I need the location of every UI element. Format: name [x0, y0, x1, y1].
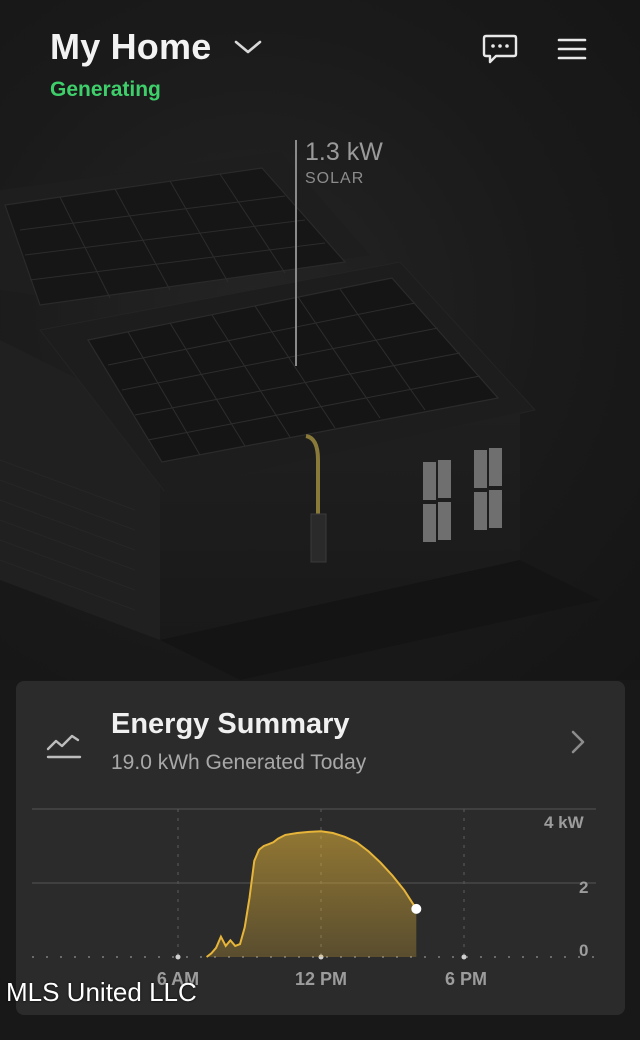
x-tick-label: 12 PM: [294, 969, 348, 989]
site-name: My Home: [50, 26, 212, 67]
app-header: My Home Generating: [0, 0, 640, 120]
energy-summary-subtitle: 19.0 kWh Generated Today: [111, 751, 367, 774]
site-selector[interactable]: My Home: [50, 26, 263, 68]
chat-bubble-icon[interactable]: [482, 33, 518, 65]
hamburger-menu-icon[interactable]: [556, 33, 592, 65]
x-tick-marker: [175, 954, 181, 960]
chevron-down-icon[interactable]: [233, 37, 263, 57]
chevron-right-icon[interactable]: [568, 727, 588, 757]
x-tick-label: 6 PM: [444, 969, 488, 989]
generation-area: [206, 831, 417, 957]
solar-power-label: SOLAR: [305, 170, 365, 187]
generation-status: Generating: [50, 78, 161, 101]
solar-power-value[interactable]: 1.3 kW: [305, 138, 383, 167]
y-tick-label: 4 kW: [544, 813, 584, 832]
current-value-dot: [411, 903, 422, 914]
watermark-text: MLS United LLC: [6, 977, 197, 1007]
x-tick-marker: [461, 954, 467, 960]
solar-callout-line: [295, 140, 297, 366]
energy-summary-card[interactable]: Energy Summary 19.0 kWh Generated Today …: [16, 681, 625, 1015]
y-tick-label: 0: [579, 941, 589, 960]
energy-summary-title: Energy Summary: [111, 708, 350, 740]
y-tick-label: 2: [579, 878, 589, 897]
trend-line-icon: [46, 731, 82, 761]
